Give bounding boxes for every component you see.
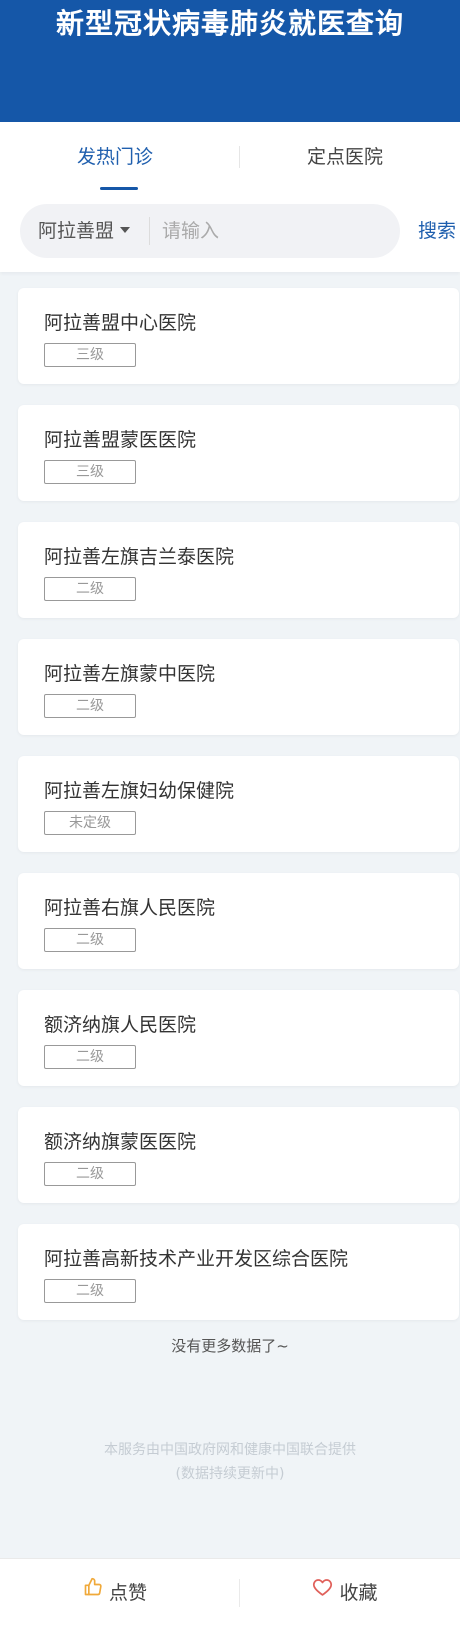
bottom-action-bar: 点赞 收藏	[0, 1558, 460, 1628]
hospital-level-badge: 未定级	[44, 811, 136, 835]
service-footnote: 本服务由中国政府网和健康中国联合提供 (数据持续更新中)	[0, 1438, 460, 1486]
hospital-card[interactable]: 阿拉善高新技术产业开发区综合医院 二级	[18, 1224, 459, 1320]
hospital-level-badge: 二级	[44, 694, 136, 718]
hospital-level-badge: 三级	[44, 343, 136, 367]
hospital-name: 阿拉善盟蒙医医院	[44, 429, 197, 451]
region-label: 阿拉善盟	[38, 220, 115, 242]
hospital-card[interactable]: 阿拉善右旗人民医院 二级	[18, 873, 459, 969]
hospital-level-badge: 二级	[44, 1162, 136, 1186]
hospital-level-badge: 二级	[44, 577, 136, 601]
like-button[interactable]: 点赞	[0, 1559, 230, 1628]
hospital-name: 阿拉善左旗蒙中医院	[44, 663, 216, 685]
hospital-level-badge: 三级	[44, 460, 136, 484]
heart-icon	[312, 1557, 333, 1626]
header-banner: 新型冠状病毒肺炎就医查询	[0, 0, 460, 122]
thumbs-up-icon	[83, 1557, 103, 1626]
hospital-card[interactable]: 阿拉善左旗妇幼保健院 未定级	[18, 756, 459, 852]
search-divider	[149, 217, 150, 245]
caret-down-icon	[120, 226, 131, 233]
search-input[interactable]	[162, 204, 382, 258]
hospital-name: 阿拉善左旗妇幼保健院	[44, 780, 235, 802]
hospital-card[interactable]: 额济纳旗人民医院 二级	[18, 990, 459, 1086]
hospital-name: 阿拉善左旗吉兰泰医院	[44, 546, 235, 568]
search-button[interactable]: 搜索	[418, 204, 456, 258]
search-bar: 阿拉善盟 搜索	[0, 196, 460, 272]
list-end-message: 没有更多数据了~	[171, 1337, 289, 1355]
hospital-level-badge: 二级	[44, 1279, 136, 1303]
hospital-card[interactable]: 阿拉善盟中心医院 三级	[18, 288, 459, 384]
hospital-level-badge: 二级	[44, 928, 136, 952]
hospital-level-badge: 二级	[44, 1045, 136, 1069]
hospital-name: 阿拉善盟中心医院	[44, 312, 197, 334]
tab-fever-clinic[interactable]: 发热门诊	[0, 122, 230, 196]
favorite-button[interactable]: 收藏	[230, 1559, 460, 1628]
hospital-name: 额济纳旗人民医院	[44, 1014, 197, 1036]
hospital-name: 额济纳旗蒙医医院	[44, 1131, 197, 1153]
search-box: 阿拉善盟	[20, 204, 400, 258]
hospital-card[interactable]: 额济纳旗蒙医医院 二级	[18, 1107, 459, 1203]
footnote-line: (数据持续更新中)	[175, 1466, 285, 1482]
favorite-label: 收藏	[339, 1582, 378, 1604]
tab-designated-hospital[interactable]: 定点医院	[230, 122, 460, 196]
region-dropdown[interactable]: 阿拉善盟	[38, 204, 131, 258]
like-label: 点赞	[108, 1582, 147, 1604]
page-title: 新型冠状病毒肺炎就医查询	[55, 7, 404, 40]
hospital-card[interactable]: 阿拉善左旗蒙中医院 二级	[18, 639, 459, 735]
hospital-card[interactable]: 阿拉善左旗吉兰泰医院 二级	[18, 522, 459, 618]
footnote-line: 本服务由中国政府网和健康中国联合提供	[104, 1442, 356, 1458]
hospital-name: 阿拉善高新技术产业开发区综合医院	[44, 1248, 349, 1270]
active-tab-indicator	[100, 187, 138, 190]
hospital-name: 阿拉善右旗人民医院	[44, 897, 216, 919]
hospital-card[interactable]: 阿拉善盟蒙医医院 三级	[18, 405, 459, 501]
tab-bar: 发热门诊 定点医院	[0, 122, 460, 196]
